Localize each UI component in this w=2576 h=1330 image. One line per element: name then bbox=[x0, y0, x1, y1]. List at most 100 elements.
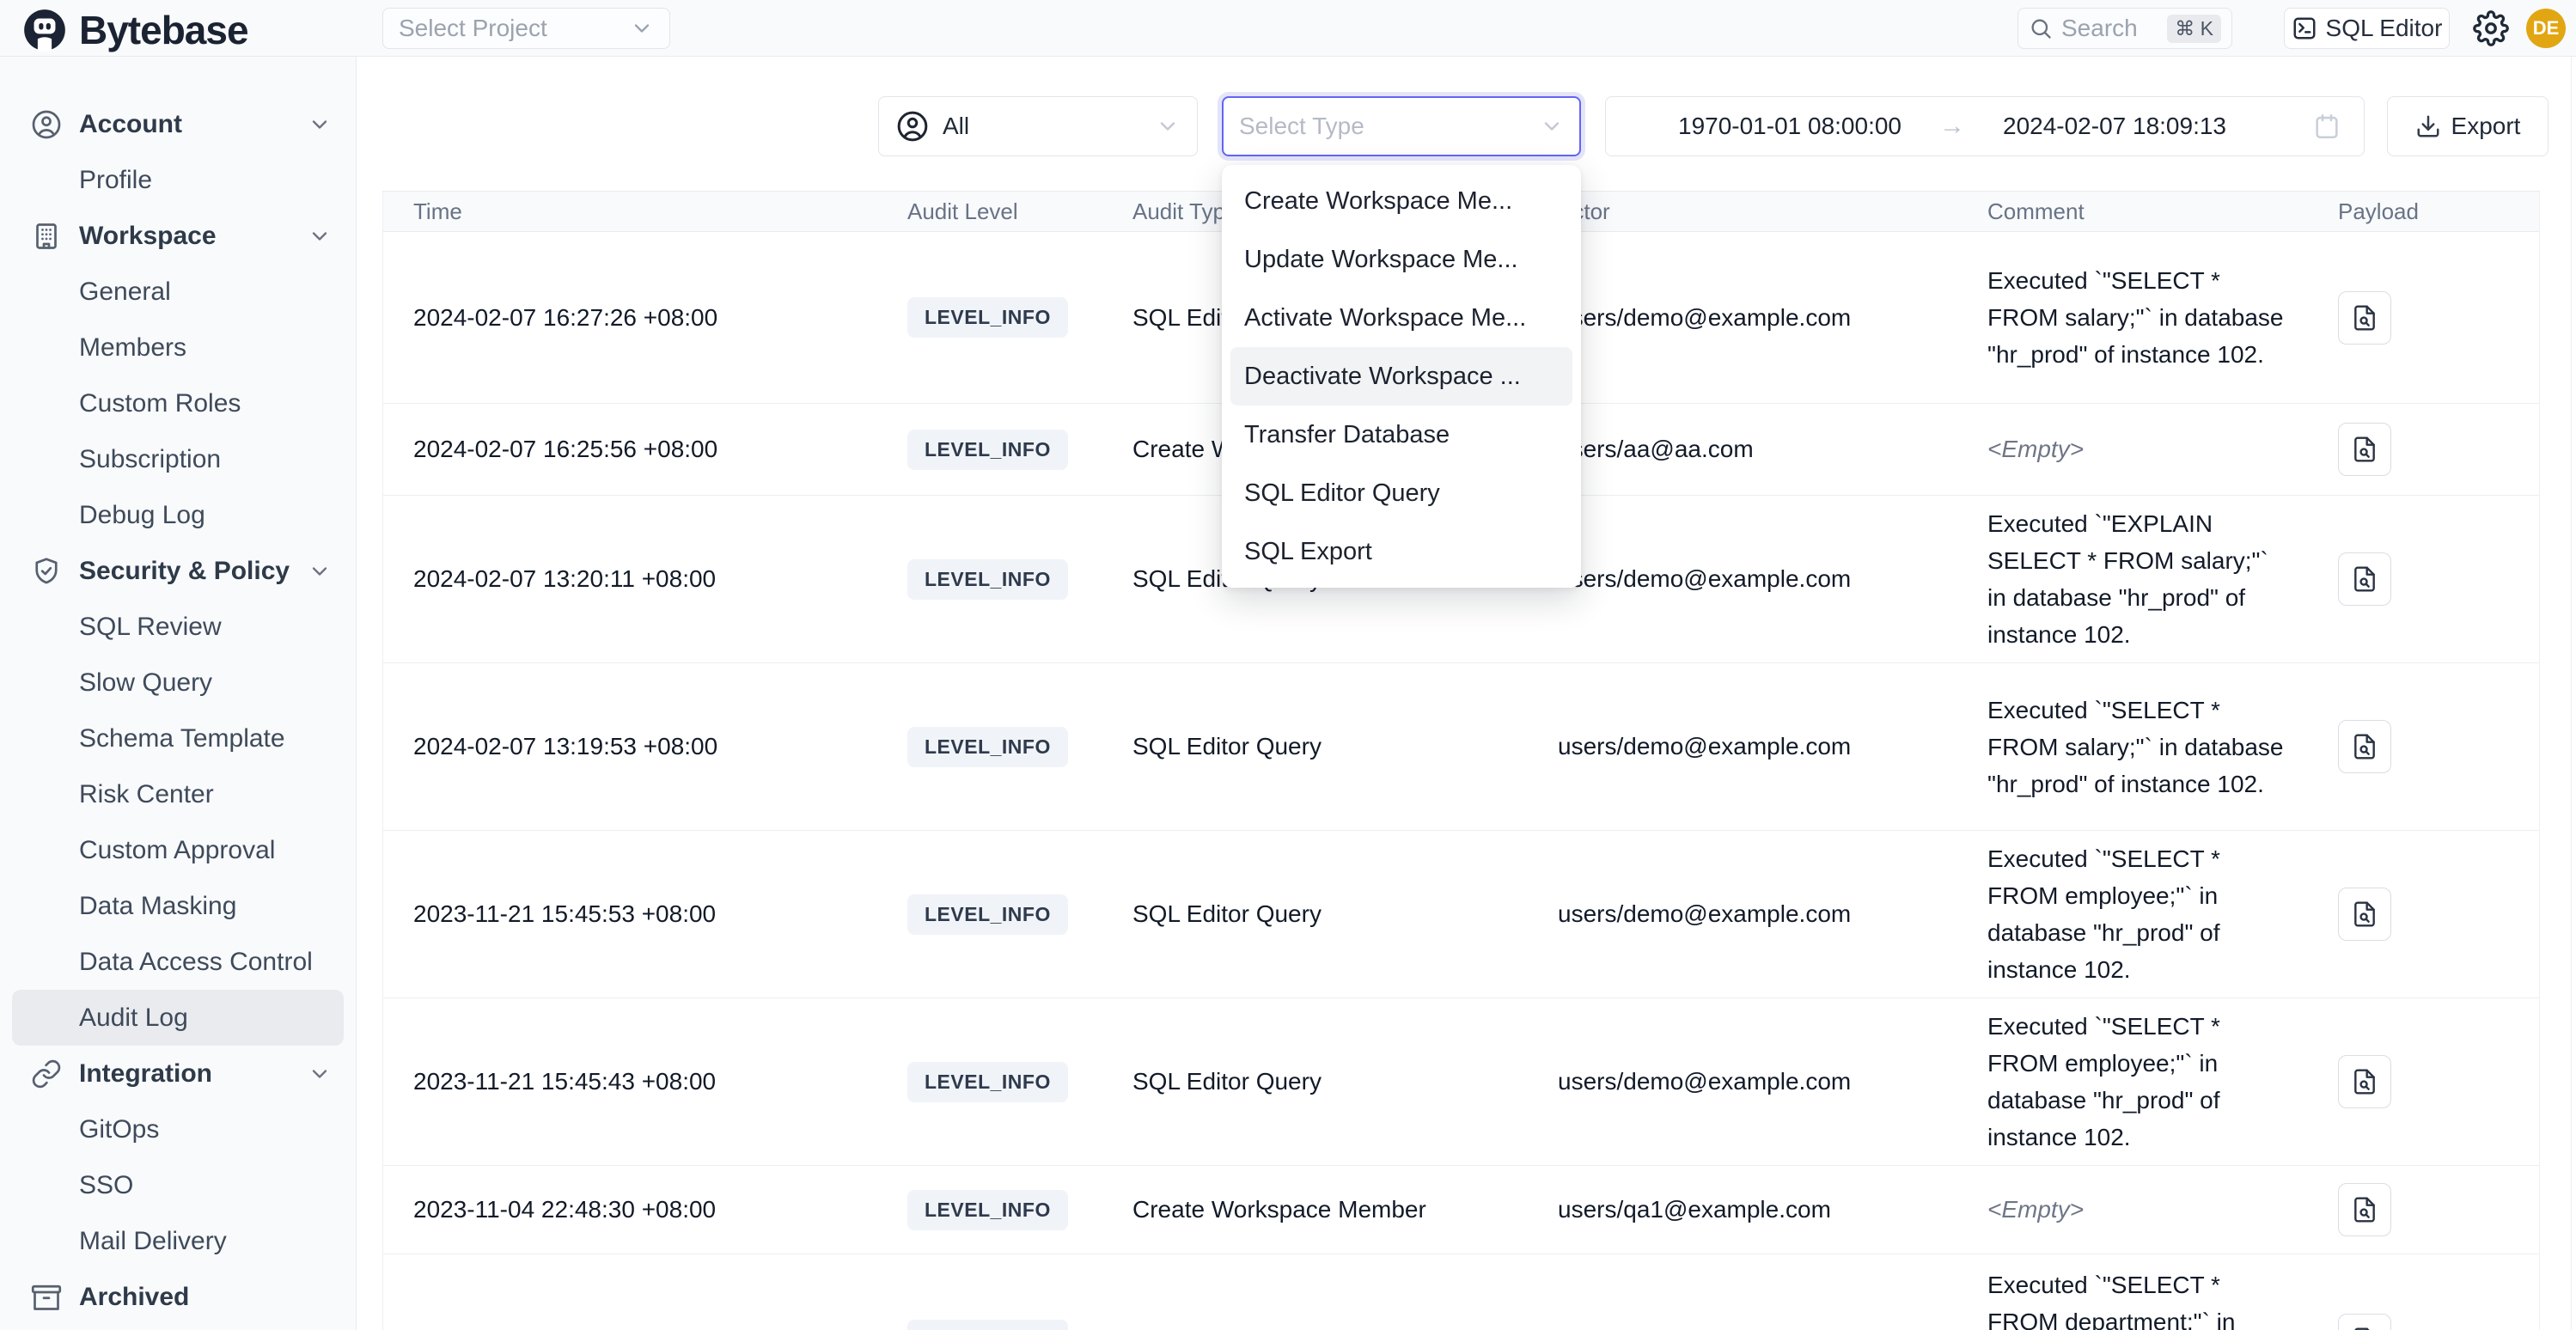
sidebar-item-label: Integration bbox=[79, 1059, 212, 1089]
cell-payload bbox=[2312, 552, 2541, 606]
date-range-end: 2024-02-07 18:09:13 bbox=[2003, 113, 2226, 140]
cell-actor: users/demo@example.com bbox=[1547, 733, 1977, 760]
cell-payload bbox=[2312, 423, 2541, 476]
cell-audit-type: SQL Editor Query bbox=[1131, 1327, 1547, 1330]
sidebar-item-risk-center[interactable]: Risk Center bbox=[0, 766, 356, 822]
level-badge: LEVEL_INFO bbox=[907, 1062, 1068, 1102]
view-payload-button[interactable] bbox=[2338, 291, 2391, 345]
level-badge: LEVEL_INFO bbox=[907, 894, 1068, 935]
logo-wordmark: Bytebase bbox=[79, 7, 248, 53]
menu-item-deactivate-workspace-member[interactable]: Deactivate Workspace ... bbox=[1230, 347, 1572, 406]
sidebar-item-label: Audit Log bbox=[79, 1004, 188, 1033]
sidebar-item-slow-query[interactable]: Slow Query bbox=[0, 655, 356, 711]
actor-filter-dropdown[interactable]: All bbox=[878, 96, 1198, 156]
cell-audit-type: SQL Editor Query bbox=[1131, 1068, 1547, 1095]
sidebar-item-data-masking[interactable]: Data Masking bbox=[0, 878, 356, 934]
file-search-icon bbox=[2351, 565, 2378, 593]
cell-audit-level: LEVEL_INFO bbox=[903, 1320, 1131, 1330]
view-payload-button[interactable] bbox=[2338, 720, 2391, 773]
view-payload-button[interactable] bbox=[2338, 888, 2391, 941]
file-search-icon bbox=[2351, 1327, 2378, 1330]
cell-actor: users/aa@aa.com bbox=[1547, 436, 1977, 463]
menu-item-transfer-database[interactable]: Transfer Database bbox=[1222, 406, 1581, 464]
menu-item-activate-workspace-member[interactable]: Activate Workspace Me... bbox=[1222, 289, 1581, 347]
view-payload-button[interactable] bbox=[2338, 1055, 2391, 1108]
column-header-comment: Comment bbox=[1977, 198, 2312, 225]
sidebar-item-account[interactable]: Account bbox=[0, 96, 356, 152]
search-input[interactable]: Search ⌘ K bbox=[2017, 8, 2232, 49]
table-row: 2023-11-21 15:45:43 +08:00 LEVEL_INFO SQ… bbox=[383, 998, 2539, 1166]
level-badge: LEVEL_INFO bbox=[907, 297, 1068, 338]
table-row: 2023-11-21 15:45:53 +08:00 LEVEL_INFO SQ… bbox=[383, 831, 2539, 998]
sidebar-item-subscription[interactable]: Subscription bbox=[0, 431, 356, 487]
date-range-start: 1970-01-01 08:00:00 bbox=[1678, 113, 1901, 140]
sidebar-item-data-access-control[interactable]: Data Access Control bbox=[0, 934, 356, 990]
select-project-placeholder: Select Project bbox=[399, 15, 547, 42]
cell-payload bbox=[2312, 720, 2541, 773]
archive-icon bbox=[31, 1282, 62, 1313]
view-payload-button[interactable] bbox=[2338, 552, 2391, 606]
cell-comment: Executed `"SELECT * FROM employee;"` in … bbox=[1977, 1008, 2312, 1156]
sidebar-item-profile[interactable]: Profile bbox=[0, 152, 356, 208]
cell-comment: Executed `"SELECT * FROM department;"` i… bbox=[1977, 1266, 2312, 1330]
sidebar-item-custom-roles[interactable]: Custom Roles bbox=[0, 375, 356, 431]
sidebar-item-label: GitOps bbox=[79, 1115, 159, 1144]
sql-editor-button[interactable]: SQL Editor bbox=[2284, 8, 2450, 49]
sidebar-item-sql-review[interactable]: SQL Review bbox=[0, 599, 356, 655]
chevron-down-icon bbox=[308, 224, 332, 248]
cell-comment: Executed `"EXPLAIN SELECT * FROM salary;… bbox=[1977, 505, 2312, 653]
content-right-divider bbox=[2571, 57, 2572, 1330]
sidebar-item-label: SQL Review bbox=[79, 613, 222, 642]
sidebar-item-custom-approval[interactable]: Custom Approval bbox=[0, 822, 356, 878]
sidebar-item-workspace[interactable]: Workspace bbox=[0, 208, 356, 264]
download-icon bbox=[2415, 113, 2441, 139]
cell-payload bbox=[2312, 1314, 2541, 1330]
file-search-icon bbox=[2351, 1068, 2378, 1095]
export-label: Export bbox=[2451, 113, 2521, 140]
table-row: 2024-02-07 13:19:53 +08:00 LEVEL_INFO SQ… bbox=[383, 663, 2539, 831]
sidebar-item-label: Account bbox=[79, 110, 182, 139]
type-filter-menu: Create Workspace Me... Update Workspace … bbox=[1222, 165, 1581, 588]
cell-time: 2024-02-07 13:20:11 +08:00 bbox=[383, 565, 903, 593]
sidebar-item-security-policy[interactable]: Security & Policy bbox=[0, 543, 356, 599]
date-range-picker[interactable]: 1970-01-01 08:00:00 → 2024-02-07 18:09:1… bbox=[1605, 96, 2365, 156]
cell-audit-type: SQL Editor Query bbox=[1131, 900, 1547, 928]
sidebar-item-schema-template[interactable]: Schema Template bbox=[0, 711, 356, 766]
bytebase-logo-icon bbox=[22, 8, 67, 52]
user-avatar[interactable]: DE bbox=[2526, 9, 2566, 48]
view-payload-button[interactable] bbox=[2338, 423, 2391, 476]
view-payload-button[interactable] bbox=[2338, 1183, 2391, 1236]
settings-gear-button[interactable] bbox=[2473, 10, 2509, 46]
sidebar-item-sso[interactable]: SSO bbox=[0, 1157, 356, 1213]
top-bar: Bytebase Select Project Search ⌘ K SQL E… bbox=[0, 0, 2576, 57]
select-project-dropdown[interactable]: Select Project bbox=[382, 8, 670, 49]
sidebar-item-debug-log[interactable]: Debug Log bbox=[0, 487, 356, 543]
sidebar-item-general[interactable]: General bbox=[0, 264, 356, 320]
cell-comment: Executed `"SELECT * FROM salary;"` in da… bbox=[1977, 262, 2312, 373]
sidebar-item-integration[interactable]: Integration bbox=[0, 1046, 356, 1101]
menu-item-create-workspace-member[interactable]: Create Workspace Me... bbox=[1222, 172, 1581, 230]
cell-actor: users/demo@example.com bbox=[1547, 900, 1977, 928]
bytebase-logo[interactable]: Bytebase bbox=[22, 7, 248, 53]
menu-item-sql-export[interactable]: SQL Export bbox=[1222, 522, 1581, 581]
column-header-actor: Actor bbox=[1547, 198, 1977, 225]
cell-payload bbox=[2312, 1183, 2541, 1236]
menu-item-update-workspace-member[interactable]: Update Workspace Me... bbox=[1222, 230, 1581, 289]
file-search-icon bbox=[2351, 304, 2378, 332]
cell-payload bbox=[2312, 1055, 2541, 1108]
cell-audit-type: Create Workspace Member bbox=[1131, 1196, 1547, 1223]
sidebar-item-label: Workspace bbox=[79, 222, 217, 251]
search-icon bbox=[2029, 16, 2053, 40]
sidebar-item-members[interactable]: Members bbox=[0, 320, 356, 375]
cell-audit-level: LEVEL_INFO bbox=[903, 430, 1131, 470]
cell-audit-level: LEVEL_INFO bbox=[903, 1190, 1131, 1230]
level-badge: LEVEL_INFO bbox=[907, 1320, 1068, 1330]
sidebar-item-archived[interactable]: Archived bbox=[0, 1269, 356, 1325]
sidebar-item-audit-log[interactable]: Audit Log bbox=[12, 990, 344, 1046]
view-payload-button[interactable] bbox=[2338, 1314, 2391, 1330]
export-button[interactable]: Export bbox=[2387, 96, 2549, 156]
menu-item-sql-editor-query[interactable]: SQL Editor Query bbox=[1222, 464, 1581, 522]
type-filter-dropdown[interactable]: Select Type bbox=[1222, 96, 1581, 156]
sidebar-item-gitops[interactable]: GitOps bbox=[0, 1101, 356, 1157]
sidebar-item-mail-delivery[interactable]: Mail Delivery bbox=[0, 1213, 356, 1269]
